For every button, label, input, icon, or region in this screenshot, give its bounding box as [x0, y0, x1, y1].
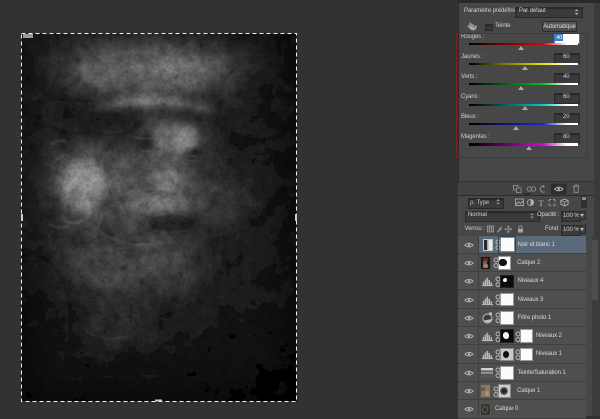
- svg-text:T: T: [539, 198, 545, 207]
